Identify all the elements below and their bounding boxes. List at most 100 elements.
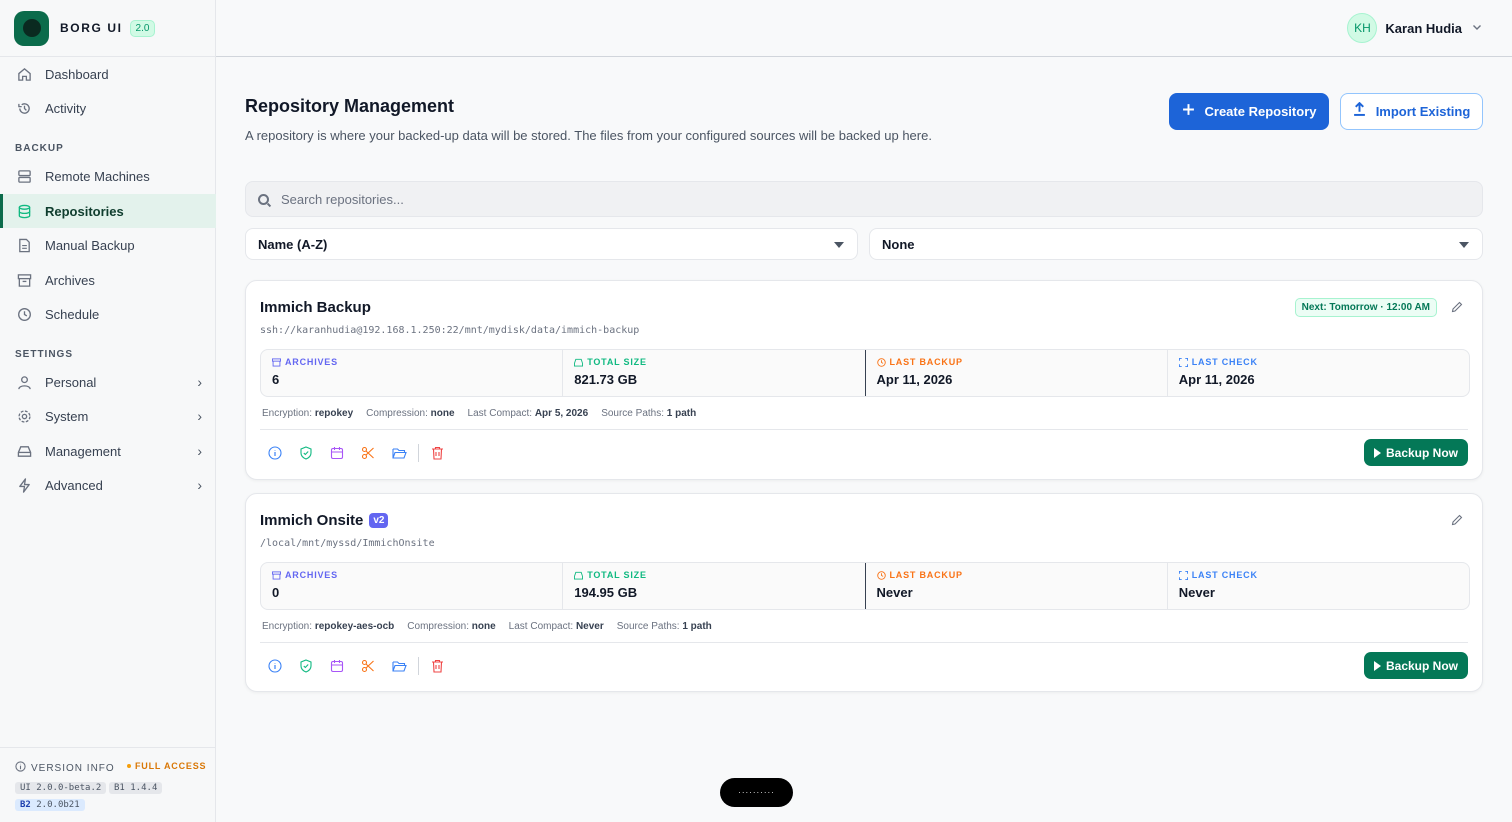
create-repository-button[interactable]: Create Repository	[1169, 93, 1329, 130]
sidebar-item-advanced[interactable]: Advanced ›	[0, 468, 216, 502]
file-icon	[16, 237, 32, 253]
chevron-right-icon: ›	[197, 374, 202, 390]
meta-last-compact: Last Compact: Apr 5, 2026	[467, 408, 589, 419]
brand: BORG UI 2.0	[0, 0, 215, 57]
import-existing-button[interactable]: Import Existing	[1340, 93, 1483, 130]
stat-label: ARCHIVES	[272, 570, 338, 580]
search-icon	[258, 193, 269, 205]
stat-value: Apr 11, 2026	[1178, 372, 1255, 387]
search-input[interactable]: Search repositories...	[245, 181, 1483, 217]
sidebar-item-personal[interactable]: Personal ›	[0, 365, 216, 399]
calendar-icon[interactable]	[329, 658, 345, 674]
dropdown-caret-icon	[834, 242, 844, 248]
sidebar-item-management[interactable]: Management ›	[0, 434, 216, 468]
shield-check-icon[interactable]	[298, 445, 314, 461]
nav-section-backup: BACKUP	[15, 143, 64, 154]
stat-last-backup: LAST BACKUP Apr 11, 2026	[864, 350, 1168, 396]
clock-icon	[876, 570, 886, 580]
sidebar-item-archives[interactable]: Archives	[0, 263, 216, 297]
stat-value: 0	[272, 585, 280, 600]
version-info-label: VERSION INFO	[31, 762, 115, 774]
stat-label: TOTAL SIZE	[574, 570, 647, 580]
meta-source-paths: Source Paths: 1 path	[616, 621, 712, 632]
sidebar-item-system[interactable]: System ›	[0, 399, 216, 433]
lightning-icon	[16, 477, 32, 493]
repository-card: Immich Backup ssh://karanhudia@192.168.1…	[245, 280, 1483, 480]
scissors-icon[interactable]	[360, 445, 376, 461]
b2-version: 2.0.0b21	[36, 800, 80, 810]
stat-label: TOTAL SIZE	[574, 357, 647, 367]
group-value: None	[882, 236, 915, 252]
chevron-right-icon: ›	[197, 408, 202, 424]
clock-icon	[876, 357, 886, 367]
edit-icon[interactable]	[1451, 514, 1463, 529]
backup-now-button[interactable]: Backup Now	[1364, 439, 1468, 466]
gear-icon	[16, 408, 32, 424]
repository-name-text: Immich Backup	[260, 299, 371, 316]
sidebar-item-label: System	[45, 408, 89, 424]
sidebar-item-manual-backup[interactable]: Manual Backup	[0, 228, 216, 262]
history-icon	[16, 100, 32, 116]
nav-section-settings: SETTINGS	[15, 349, 74, 360]
page-description: A repository is where your backed-up dat…	[245, 128, 932, 143]
chevron-right-icon: ›	[197, 443, 202, 459]
stat-total-size: TOTAL SIZE 194.95 GB	[563, 563, 866, 609]
stat-total-size: TOTAL SIZE 821.73 GB	[563, 350, 866, 396]
backup-now-button[interactable]: Backup Now	[1364, 652, 1468, 679]
trash-icon[interactable]	[429, 658, 445, 674]
chevron-right-icon: ›	[197, 477, 202, 493]
version-badge: 2.0	[129, 19, 156, 37]
meta-encryption: Encryption: repokey	[262, 408, 354, 419]
sidebar-item-label: Advanced	[45, 477, 103, 493]
sort-value: Name (A-Z)	[258, 236, 328, 252]
sort-select[interactable]: Name (A-Z)	[245, 228, 858, 260]
play-icon	[1373, 660, 1381, 671]
import-existing-label: Import Existing	[1375, 104, 1471, 119]
upload-icon	[1353, 101, 1366, 121]
divider	[260, 642, 1468, 643]
sidebar: BORG UI 2.0 Dashboard Activity BACKUP Re…	[0, 0, 216, 822]
sidebar-item-activity[interactable]: Activity	[0, 91, 216, 125]
meta-compression: Compression: none	[366, 408, 455, 419]
ui-version: 2.0.0-beta.2	[36, 783, 102, 793]
hard-drive-icon	[574, 358, 584, 367]
sidebar-item-dashboard[interactable]: Dashboard	[0, 57, 216, 91]
archive-icon	[16, 272, 32, 288]
stat-last-check: LAST CHECK Apr 11, 2026	[1168, 350, 1469, 396]
b2-prefix: B2	[20, 800, 31, 810]
hard-drive-icon	[574, 571, 584, 580]
folder-open-icon[interactable]	[391, 445, 407, 461]
sidebar-item-label: Management	[45, 443, 121, 459]
edit-icon[interactable]	[1451, 301, 1463, 316]
info-icon[interactable]	[267, 445, 283, 461]
user-menu[interactable]: KH Karan Hudia	[1347, 13, 1482, 43]
group-select[interactable]: None	[869, 228, 1483, 260]
toast-pill: ··········	[720, 778, 793, 807]
scissors-icon[interactable]	[360, 658, 376, 674]
stat-label: LAST BACKUP	[876, 357, 963, 367]
sidebar-item-label: Personal	[45, 374, 97, 390]
archive-icon	[272, 570, 281, 580]
borg-logo-icon[interactable]	[14, 10, 49, 46]
folder-open-icon[interactable]	[391, 658, 407, 674]
sidebar-item-schedule[interactable]: Schedule	[0, 297, 216, 331]
sidebar-item-remote-machines[interactable]: Remote Machines	[0, 159, 216, 193]
action-separator	[418, 657, 419, 675]
backup-now-label: Backup Now	[1385, 658, 1458, 673]
stat-archives: ARCHIVES 0	[261, 563, 564, 609]
shield-check-icon[interactable]	[298, 658, 314, 674]
info-icon[interactable]	[267, 658, 283, 674]
scan-icon	[1178, 357, 1188, 367]
calendar-icon[interactable]	[329, 445, 345, 461]
repository-actions	[267, 657, 460, 675]
server-icon	[16, 168, 32, 184]
user-name: Karan Hudia	[1385, 20, 1462, 36]
trash-icon[interactable]	[429, 445, 445, 461]
stat-label: LAST CHECK	[1178, 357, 1258, 367]
stat-value: 194.95 GB	[574, 585, 638, 600]
repository-actions	[267, 444, 460, 462]
b2-version-chip: B2 2.0.0b21	[15, 799, 85, 811]
repository-path: ssh://karanhudia@192.168.1.250:22/mnt/my…	[260, 325, 640, 336]
ui-prefix: UI	[20, 783, 31, 793]
sidebar-item-repositories[interactable]: Repositories	[0, 194, 216, 228]
